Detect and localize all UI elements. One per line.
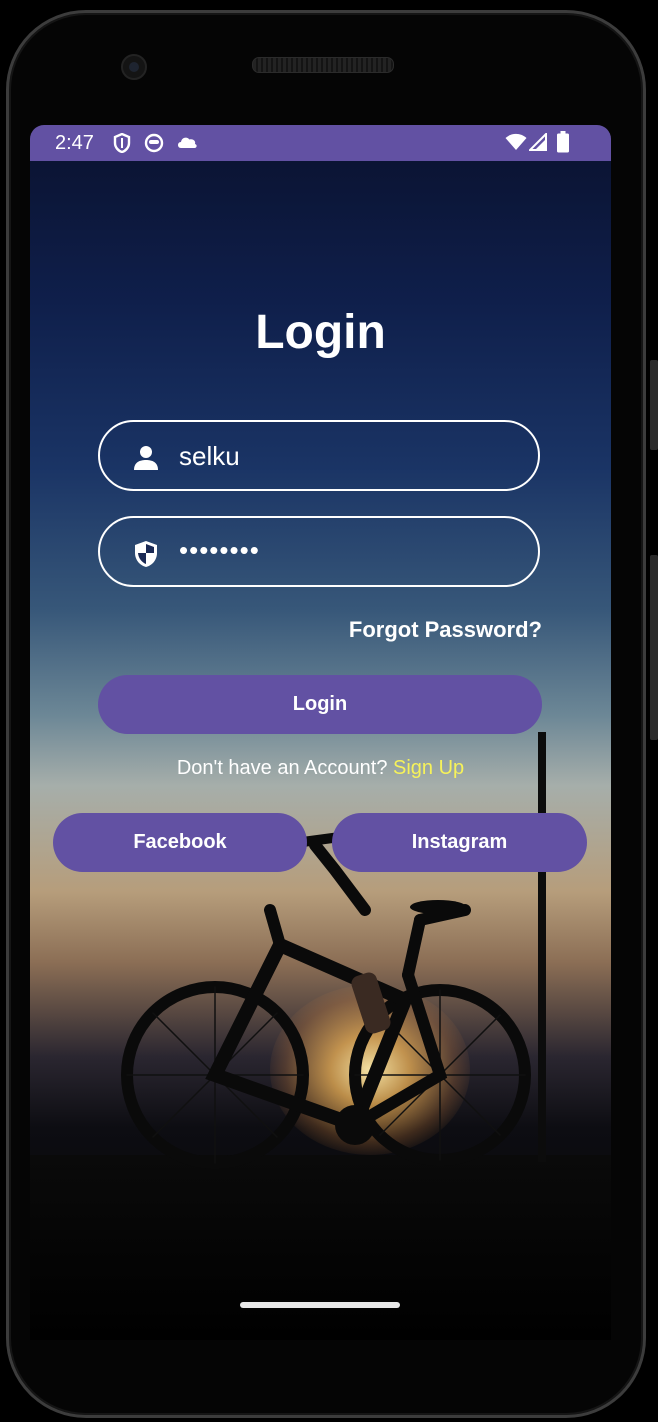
login-button[interactable]: Login (98, 675, 542, 734)
app-screen: 2:47 Login selku •••••••• Forgot Passwor… (30, 125, 611, 1340)
status-time: 2:47 (55, 132, 94, 154)
battery-icon (557, 131, 569, 153)
forgot-password-link[interactable]: Forgot Password? (280, 617, 542, 643)
signal-icon (529, 133, 547, 151)
signup-prompt-text: Don't have an Account? (176, 757, 388, 779)
instagram-button[interactable]: Instagram (332, 813, 587, 872)
page-title: Login (255, 306, 386, 359)
earpiece-speaker (252, 57, 394, 73)
password-value: •••••••• (179, 535, 260, 565)
username-field[interactable]: selku (98, 420, 540, 491)
power-button (650, 555, 658, 740)
facebook-button[interactable]: Facebook (53, 813, 307, 872)
shield-icon (135, 541, 157, 567)
status-bar: 2:47 (30, 125, 611, 161)
device-mockup: 2:47 Login selku •••••••• Forgot Passwor… (0, 0, 658, 1422)
signup-prompt: Don't have an Account? Sign Up (30, 757, 611, 780)
gesture-nav-handle[interactable] (240, 1302, 400, 1308)
shield-outline-icon (113, 133, 131, 153)
front-camera (121, 54, 147, 80)
robot-face-icon (144, 133, 164, 153)
bicycle-silhouette (121, 832, 531, 1169)
username-value: selku (179, 441, 240, 471)
volume-button (650, 360, 658, 450)
signup-link[interactable]: Sign Up (393, 757, 464, 779)
password-field[interactable]: •••••••• (98, 516, 540, 587)
person-icon (134, 446, 158, 470)
cloud-icon (178, 137, 197, 148)
wifi-icon (505, 133, 527, 150)
